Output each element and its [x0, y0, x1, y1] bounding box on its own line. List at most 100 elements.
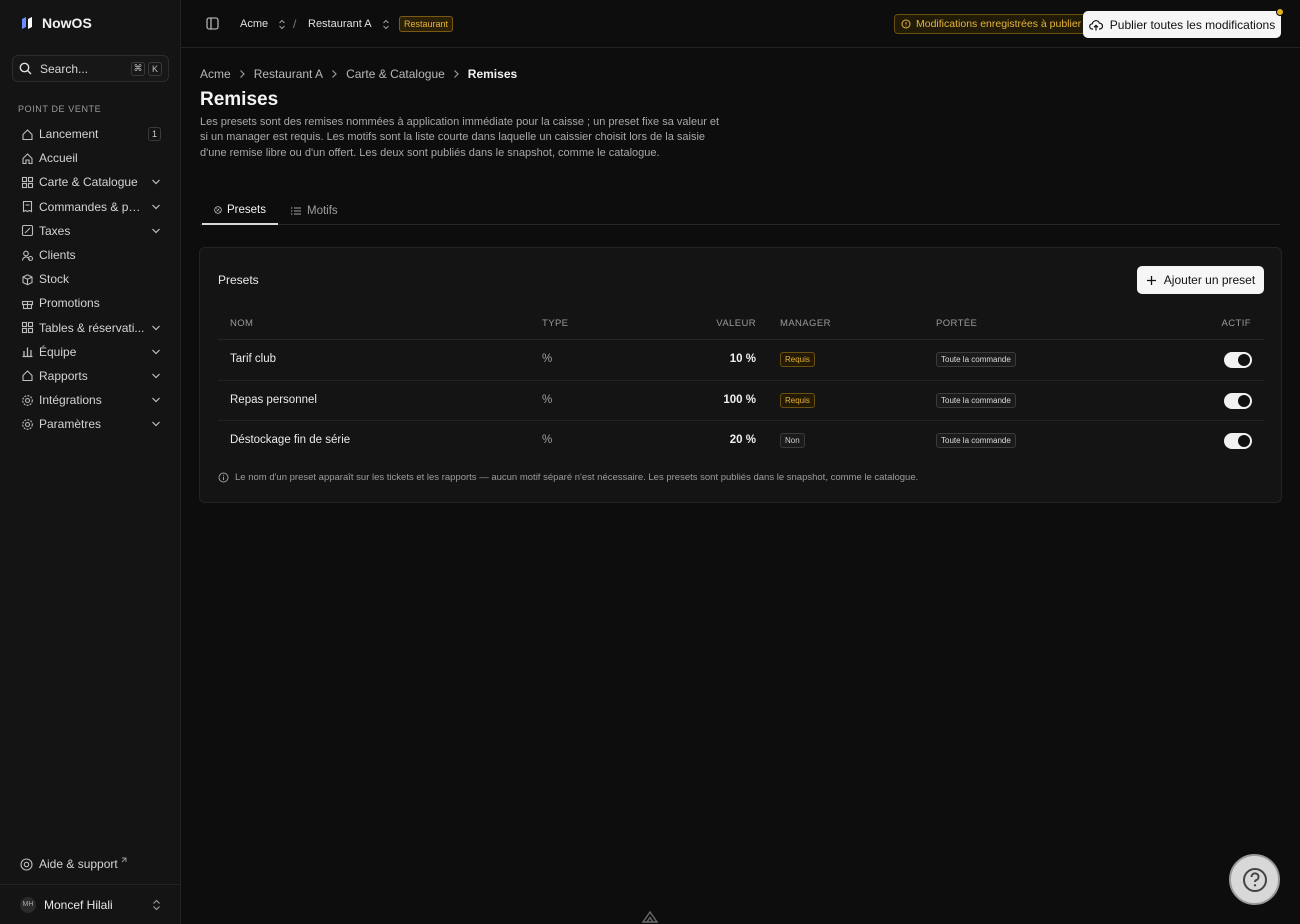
- sidebar-item-1[interactable]: Accueil: [12, 146, 169, 170]
- preset-name: Déstockage fin de série: [230, 434, 351, 446]
- preset-name: Repas personnel: [230, 393, 317, 406]
- page-description: Les presets sont des remises nommées à a…: [200, 116, 720, 159]
- column-header-name: NOM: [230, 318, 254, 329]
- preset-value: 10 %: [729, 353, 756, 365]
- sidebar-item-label: Clients: [39, 248, 76, 263]
- chevron-right-icon: [453, 70, 459, 78]
- home-icon: [20, 151, 34, 165]
- preset-value: 100 %: [723, 393, 756, 406]
- sidebar-item-11[interactable]: Intégrations: [12, 388, 169, 412]
- active-toggle[interactable]: [1224, 433, 1252, 449]
- gift-icon: [20, 296, 34, 310]
- scope-badge: Toute la commande: [936, 352, 1016, 367]
- sidebar-nav: Lancement 1 Accueil Carte & Catalogue Comman…: [12, 122, 169, 436]
- preset-type: %: [542, 434, 553, 446]
- chevron-down-icon[interactable]: [151, 395, 161, 405]
- table-row[interactable]: Tarif club% 10 % Requis Toute la commande: [218, 340, 1264, 381]
- sidebar-item-8[interactable]: Tables & réservati...: [12, 316, 169, 340]
- table-row[interactable]: Déstockage fin de série% 20 % Non Toute la …: [218, 421, 1264, 462]
- org-selector[interactable]: Acme: [240, 18, 286, 30]
- sidebar-item-9[interactable]: Équipe: [12, 340, 169, 364]
- add-preset-button[interactable]: Ajouter un preset: [1137, 266, 1264, 294]
- sidebar-item-6[interactable]: Stock: [12, 267, 169, 291]
- gear-icon: [20, 417, 34, 431]
- sidebar-item-2[interactable]: Carte & Catalogue: [12, 170, 169, 194]
- chevron-down-icon[interactable]: [151, 371, 161, 381]
- tab-motifs-label: Motifs: [307, 204, 338, 217]
- site-selector[interactable]: Restaurant A: [308, 18, 390, 30]
- table-row[interactable]: Repas personnel% 100 % Requis Toute la comm…: [218, 381, 1264, 421]
- preset-type: %: [542, 393, 553, 406]
- unpublished-indicator-dot: [1276, 8, 1284, 16]
- sidebar-item-7[interactable]: Promotions: [12, 291, 169, 315]
- nowos-logo-icon: [22, 17, 32, 29]
- grid-icon: [20, 321, 34, 335]
- tab-bar: Presets Motifs: [200, 196, 1280, 225]
- tab-motifs[interactable]: Motifs: [278, 196, 350, 225]
- user-menu[interactable]: MH Moncef Hilali: [0, 884, 181, 924]
- sidebar-item-10[interactable]: Rapports: [12, 364, 169, 388]
- breadcrumb-current: Remises: [467, 67, 518, 81]
- help-support-link[interactable]: Aide & support: [20, 857, 127, 871]
- help-chat-button[interactable]: [1229, 854, 1280, 905]
- shortcut-key-cmd: ⌘: [131, 61, 145, 76]
- chevron-down-icon[interactable]: [151, 226, 161, 236]
- chevron-updown-icon: [153, 899, 160, 910]
- table-body: Tarif club% 10 % Requis Toute la commande Re…: [218, 340, 1264, 462]
- column-header-scope: PORTÉE: [936, 318, 978, 329]
- sidebar-item-label: Paramètres: [39, 417, 102, 432]
- active-toggle[interactable]: [1224, 392, 1252, 409]
- active-toggle[interactable]: [1224, 352, 1252, 368]
- column-header-manager: MANAGER: [780, 318, 831, 329]
- info-circle-icon: [218, 472, 229, 483]
- chevron-down-icon[interactable]: [151, 177, 161, 187]
- watermark-logo-icon: [641, 910, 659, 923]
- brand[interactable]: NowOS: [20, 15, 92, 31]
- pending-changes-badge[interactable]: Modifications enregistrées à publier: [894, 14, 1089, 34]
- presets-card: Presets Ajouter un preset NOM TYPE VALEU…: [199, 247, 1282, 503]
- chevron-updown-icon: [382, 19, 389, 29]
- sidebar-item-3[interactable]: Commandes & pai...: [12, 195, 169, 219]
- preset-value: 20 %: [729, 434, 756, 446]
- breadcrumb-restaurant[interactable]: Restaurant A: [254, 67, 323, 81]
- help-label: Aide & support: [39, 857, 118, 871]
- scope-badge: Toute la commande: [936, 433, 1016, 448]
- presets-card-title: Presets: [218, 273, 259, 287]
- lifebuoy-icon: [20, 857, 33, 871]
- shortcut-key-k: K: [148, 61, 162, 76]
- preset-type: %: [542, 353, 553, 365]
- avatar: MH: [20, 896, 36, 913]
- chevron-updown-icon: [279, 19, 285, 29]
- sidebar-item-4[interactable]: Taxes: [12, 219, 169, 243]
- sidebar-toggle-icon[interactable]: [206, 17, 219, 30]
- sidebar-item-label: Tables & réservati...: [39, 320, 145, 335]
- rocket-icon: [20, 369, 34, 383]
- chevron-down-icon[interactable]: [151, 323, 161, 333]
- plus-icon: [1146, 275, 1156, 285]
- rocket-icon: [20, 127, 34, 141]
- sidebar-item-0[interactable]: Lancement 1: [12, 122, 169, 146]
- sidebar-item-5[interactable]: Clients: [12, 243, 169, 267]
- presets-table: NOM TYPE VALEUR MANAGER PORTÉE ACTIF Tar…: [218, 310, 1264, 462]
- search-input[interactable]: Search... ⌘ K: [12, 55, 169, 82]
- page-title: Remises: [200, 89, 279, 110]
- tab-presets-label: Presets: [227, 203, 266, 216]
- external-link-icon: [121, 857, 127, 863]
- chevron-down-icon[interactable]: [151, 419, 161, 429]
- sidebar-item-label: Carte & Catalogue: [39, 175, 138, 190]
- sidebar-item-12[interactable]: Paramètres: [12, 412, 169, 436]
- breadcrumb-catalogue[interactable]: Carte & Catalogue: [346, 67, 445, 81]
- discount-badge-icon: [214, 205, 222, 214]
- sidebar-item-label: Commandes & pai...: [39, 199, 147, 214]
- breadcrumb-acme[interactable]: Acme: [200, 67, 231, 81]
- chevron-down-icon[interactable]: [151, 202, 161, 212]
- chevron-down-icon[interactable]: [151, 347, 161, 357]
- publish-all-button[interactable]: Publier toutes les modifications: [1083, 8, 1284, 38]
- tab-presets[interactable]: Presets: [202, 196, 278, 225]
- count-badge: 1: [147, 127, 161, 142]
- presets-info-note: Le nom d'un preset apparaît sur les tick…: [218, 472, 918, 483]
- info-circle-icon: [901, 19, 911, 29]
- receipt-icon: [20, 200, 34, 214]
- sidebar-item-label: Taxes: [39, 223, 71, 238]
- site-type-badge: Restaurant: [399, 16, 454, 32]
